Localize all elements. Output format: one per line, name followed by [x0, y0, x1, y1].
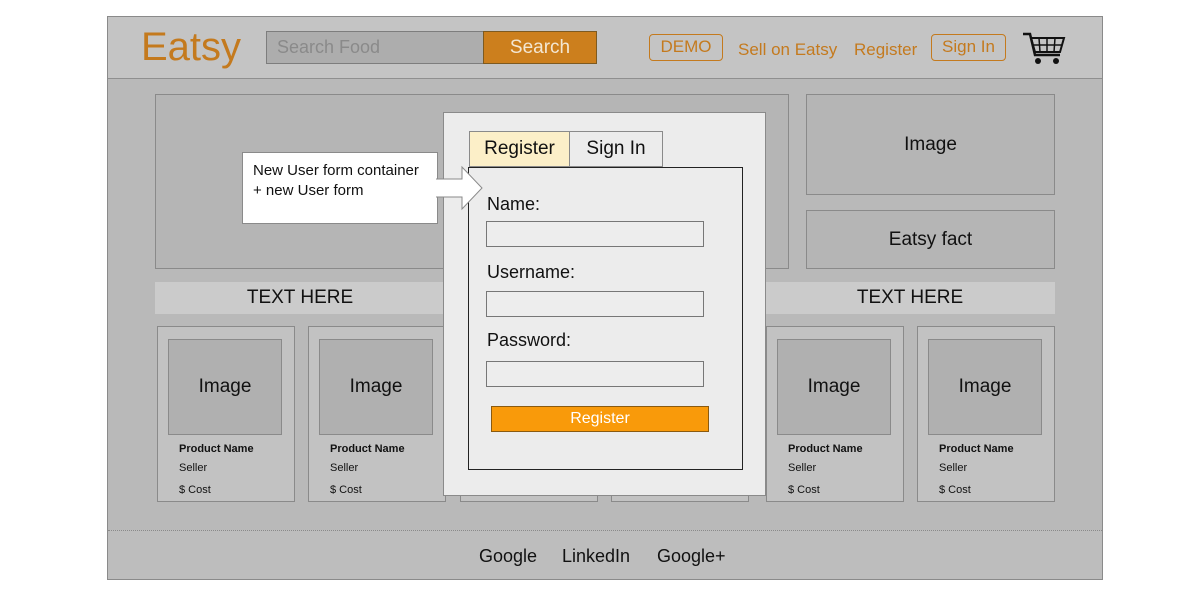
product-card[interactable]: Image Product Name Seller $ Cost [917, 326, 1055, 502]
footer-google-link[interactable]: Google [479, 546, 537, 567]
product-cost: $ Cost [939, 484, 971, 496]
arrow-right-icon [436, 165, 483, 211]
product-seller: Seller [330, 462, 359, 474]
product-cost: $ Cost [788, 484, 820, 496]
tab-sign-in[interactable]: Sign In [569, 131, 663, 167]
product-seller: Seller [179, 462, 208, 474]
sign-in-button[interactable]: Sign In [931, 34, 1006, 61]
tab-register[interactable]: Register [469, 131, 570, 167]
username-label: Username: [487, 262, 576, 282]
register-submit-button[interactable]: Register [491, 406, 709, 432]
product-cost: $ Cost [179, 484, 211, 496]
product-card[interactable]: Image Product Name Seller $ Cost [766, 326, 904, 502]
product-name: Product Name [939, 443, 1014, 455]
product-cost: $ Cost [330, 484, 362, 496]
shopping-cart-icon[interactable] [1022, 31, 1066, 67]
product-image: Image [777, 339, 891, 435]
product-card[interactable]: Image Product Name Seller $ Cost [157, 326, 295, 502]
product-image: Image [168, 339, 282, 435]
product-card[interactable]: Image Product Name Seller $ Cost [308, 326, 446, 502]
sell-on-eatsy-link[interactable]: Sell on Eatsy [738, 40, 837, 60]
password-field[interactable] [486, 361, 704, 387]
search-input[interactable] [266, 31, 484, 64]
username-field[interactable] [486, 291, 704, 317]
header: Eatsy Search DEMO Sell on Eatsy Register… [108, 17, 1102, 79]
register-link[interactable]: Register [854, 40, 917, 60]
product-image: Image [319, 339, 433, 435]
logo[interactable]: Eatsy [141, 25, 241, 70]
search-button[interactable]: Search [483, 31, 597, 64]
product-image: Image [928, 339, 1042, 435]
footer-googleplus-link[interactable]: Google+ [657, 546, 726, 567]
footer: Google LinkedIn Google+ [108, 530, 1102, 579]
product-name: Product Name [179, 443, 254, 455]
footer-linkedin-link[interactable]: LinkedIn [562, 546, 630, 567]
product-seller: Seller [939, 462, 968, 474]
side-image: Image [806, 94, 1055, 195]
product-name: Product Name [788, 443, 863, 455]
annotation-callout: New User form container + new User form [242, 152, 438, 224]
eatsy-fact-box: Eatsy fact [806, 210, 1055, 269]
name-field[interactable] [486, 221, 704, 247]
new-user-form: Name: Username: Password: Register [468, 167, 743, 470]
text-strip-left: TEXT HERE [155, 282, 445, 314]
password-label: Password: [487, 330, 572, 350]
product-name: Product Name [330, 443, 405, 455]
demo-button[interactable]: DEMO [649, 34, 723, 61]
product-seller: Seller [788, 462, 817, 474]
text-strip-right: TEXT HERE [765, 282, 1055, 314]
name-label: Name: [487, 194, 541, 214]
auth-modal: Register Sign In Name: Username: Passwor… [443, 112, 766, 496]
